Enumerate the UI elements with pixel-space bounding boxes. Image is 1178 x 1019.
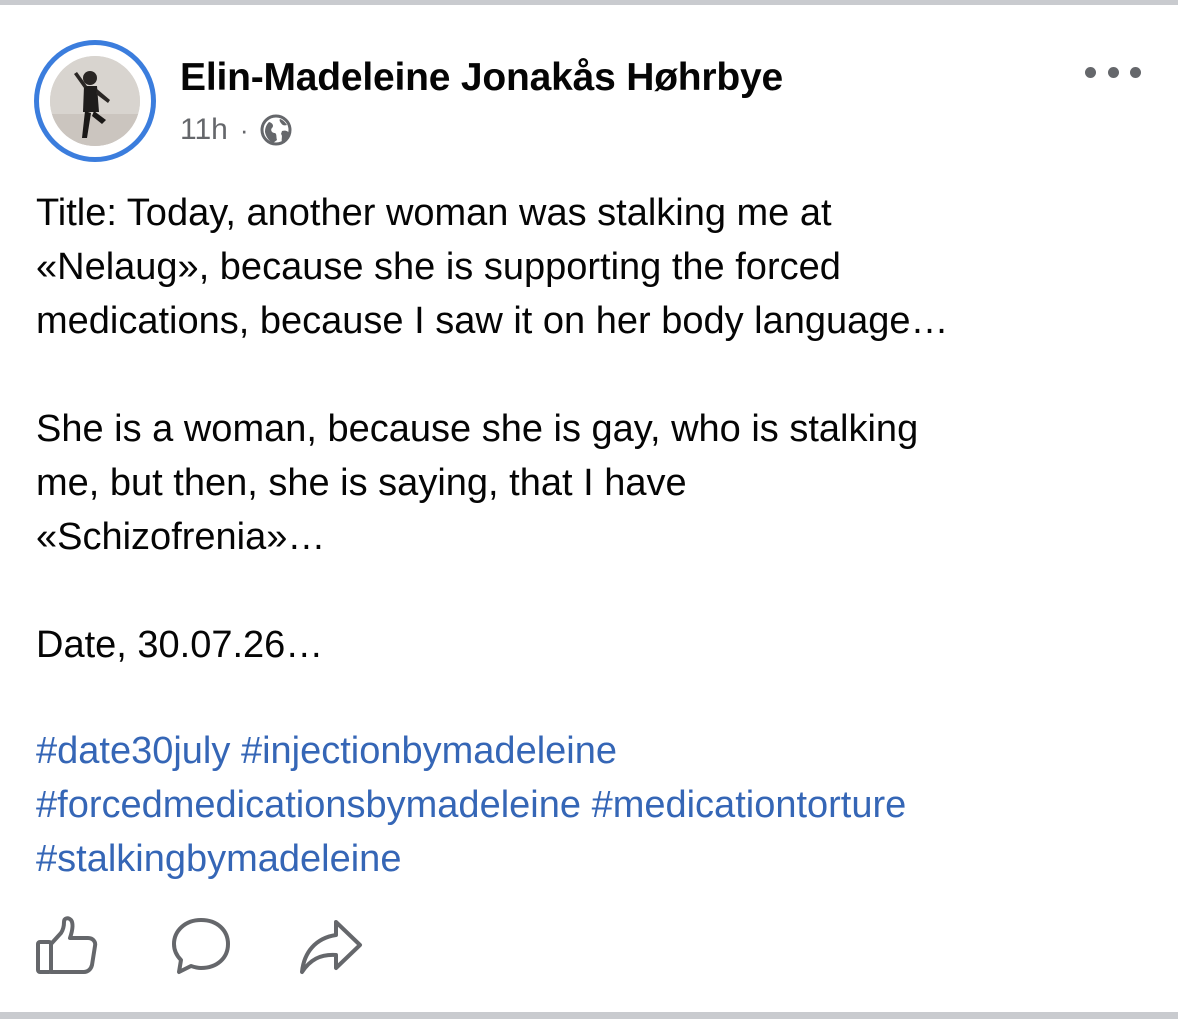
post-line: «Schizofrenia»…	[36, 516, 326, 558]
more-options-icon[interactable]	[1085, 58, 1141, 86]
post-paragraph: Title: Today, another woman was stalking…	[36, 186, 1156, 348]
meta-separator: ·	[239, 114, 249, 145]
author-name[interactable]: Elin-Madeleine Jonakås Høhrbye	[180, 56, 783, 100]
post-line: medications, because I saw it on her bod…	[36, 300, 949, 342]
hashtag-link[interactable]: #date30july	[36, 730, 230, 772]
hashtag-link[interactable]: #forcedmedicationsbymadeleine	[36, 784, 581, 826]
post-time[interactable]: 11h	[180, 113, 228, 147]
share-button[interactable]	[296, 912, 366, 982]
profile-photo-image	[50, 56, 140, 146]
hashtag-line: #date30july #injectionbymadeleine	[36, 724, 1156, 778]
hashtag-line: #forcedmedicationsbymadeleine #medicatio…	[36, 778, 1156, 832]
post-meta: 11h ·	[180, 112, 293, 148]
post-paragraph: Date, 30.07.26…	[36, 618, 1156, 672]
avatar[interactable]	[34, 40, 156, 162]
post-paragraph: She is a woman, because she is gay, who …	[36, 402, 1156, 564]
like-icon	[36, 916, 98, 974]
hashtag-line: #stalkingbymadeleine	[36, 832, 1156, 886]
more-dot	[1085, 66, 1096, 78]
top-divider	[0, 0, 1178, 5]
more-dot	[1107, 66, 1119, 78]
comment-icon	[172, 918, 230, 974]
hashtag-link[interactable]: #stalkingbymadeleine	[36, 838, 401, 880]
post-line: She is a woman, because she is gay, who …	[36, 408, 919, 450]
like-button[interactable]	[34, 912, 104, 982]
post-line: «Nelaug», because she is supporting the …	[36, 246, 841, 288]
post-line: Title: Today, another woman was stalking…	[36, 192, 832, 234]
hashtag-link[interactable]: #injectionbymadeleine	[241, 730, 617, 772]
hashtag-list: #date30july #injectionbymadeleine #force…	[36, 724, 1156, 886]
post-text: Title: Today, another woman was stalking…	[36, 186, 1156, 672]
more-dot	[1130, 66, 1141, 78]
globe-icon[interactable]	[259, 113, 293, 147]
comment-button[interactable]	[166, 912, 236, 982]
profile-photo	[50, 56, 140, 146]
post-line: me, but then, she is saying, that I have	[36, 462, 687, 504]
share-icon	[300, 920, 362, 974]
post-line: Date, 30.07.26…	[36, 624, 324, 666]
hashtag-link[interactable]: #medicationtorture	[592, 784, 907, 826]
bottom-divider	[0, 1012, 1178, 1019]
